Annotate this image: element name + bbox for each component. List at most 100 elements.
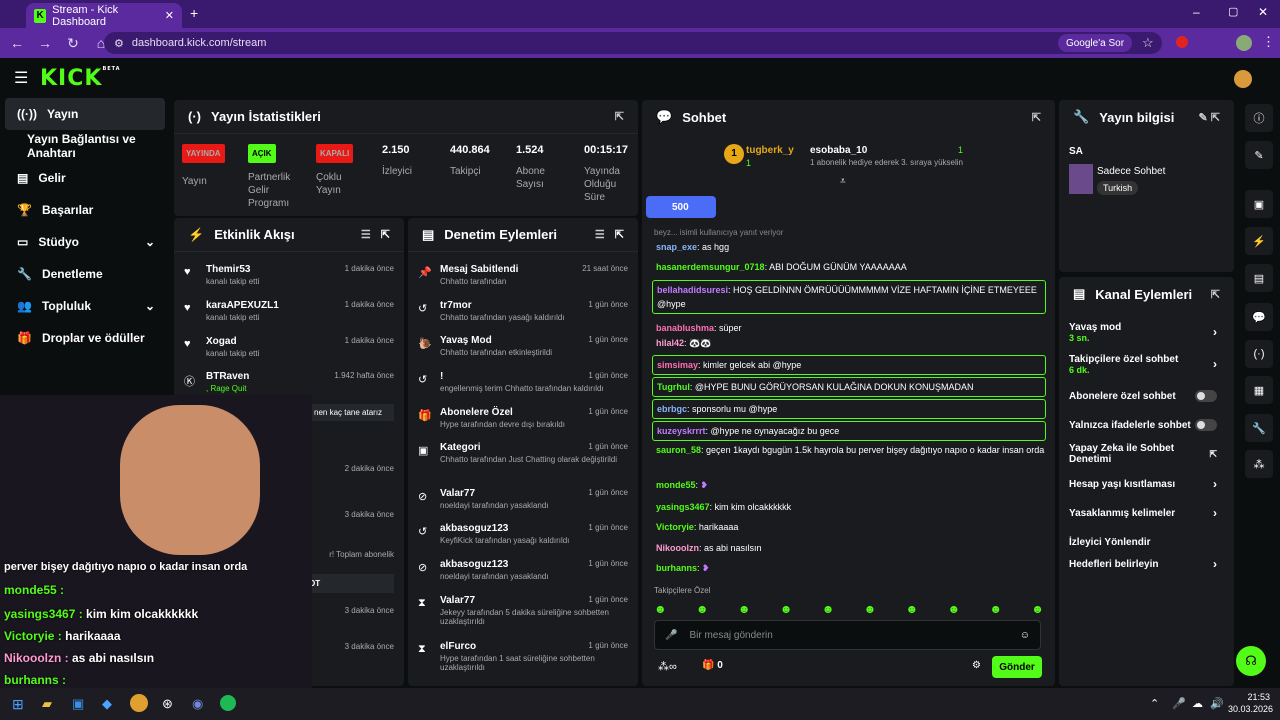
windows-start-icon[interactable]: ⊞ xyxy=(12,696,24,713)
emote-icon[interactable]: ☻ xyxy=(1031,602,1044,616)
edit-icon[interactable]: ✎ ⇱ xyxy=(1199,111,1221,124)
gifter-1[interactable]: tugberk_y xyxy=(746,145,794,156)
forward-icon[interactable]: → xyxy=(36,35,54,51)
capture-icon[interactable]: ▣ xyxy=(1245,190,1273,218)
chat-username[interactable]: banablushma xyxy=(656,323,714,333)
bookmark-star-icon[interactable]: ☆ xyxy=(1142,35,1154,51)
microphone-icon[interactable]: 🎤 xyxy=(1172,697,1186,710)
send-button[interactable]: Gönder xyxy=(992,656,1042,678)
expand-icon[interactable]: ⇱ xyxy=(381,228,390,241)
users-icon[interactable]: ⁂ xyxy=(1245,450,1273,478)
discord-icon[interactable]: ◉ xyxy=(192,696,203,712)
extension-icon[interactable] xyxy=(1176,36,1188,48)
channel-action[interactable]: Hedefleri belirleyin › xyxy=(1059,549,1229,579)
info-icon[interactable]: ⓘ xyxy=(1245,104,1273,132)
help-headset-icon[interactable]: ☊ xyxy=(1236,646,1266,676)
sidebar-item-stream-key[interactable]: Yayın Bağlantısı ve Anahtarı xyxy=(5,130,175,162)
expand-icon[interactable]: ⇱ xyxy=(1211,288,1220,301)
profile-avatar[interactable] xyxy=(1236,35,1252,51)
filter-icon[interactable]: ☰ xyxy=(595,228,605,241)
chat-input[interactable]: 🎤 Bir mesaj gönderin ☺ xyxy=(654,620,1041,650)
channel-action[interactable]: Yavaş mod 3 sn. › xyxy=(1059,317,1229,347)
emote-icon[interactable]: ☻ xyxy=(947,602,960,616)
chat-username[interactable]: Nikooolzn xyxy=(656,543,699,553)
sidebar-item-gelir[interactable]: ▤ Gelir xyxy=(5,162,165,194)
file-explorer-icon[interactable]: ▰ xyxy=(42,696,52,712)
chat-username[interactable]: Tugrhul xyxy=(657,382,690,392)
sidebar-item-basarilar[interactable]: 🏆 Başarılar xyxy=(5,194,165,226)
google-ask-button[interactable]: Google'a Sor xyxy=(1058,34,1132,52)
channel-action[interactable]: Abonelere özel sohbet xyxy=(1059,381,1229,411)
mic-icon[interactable]: 🎤 xyxy=(665,630,677,641)
filter-icon[interactable]: ☰ xyxy=(361,228,371,241)
kick-logo[interactable]: KICKBETA xyxy=(40,66,121,91)
close-window-icon[interactable]: ✕ xyxy=(1258,5,1268,19)
chat-username[interactable]: sauron_58 xyxy=(656,445,701,455)
site-info-icon[interactable]: ⚙ xyxy=(114,37,124,50)
network-icon[interactable]: ☁ xyxy=(1192,697,1203,710)
sidebar-item-yayin[interactable]: ((·)) Yayın xyxy=(5,98,165,130)
chat-username[interactable]: bellahadidsuresi xyxy=(657,285,728,295)
chat-username[interactable]: snap_exe xyxy=(656,242,697,252)
minimize-icon[interactable]: – xyxy=(1193,5,1200,19)
chat-username[interactable]: ebrbgc xyxy=(657,404,687,414)
gear-icon[interactable]: ⚙ xyxy=(972,660,981,671)
sidebar-item-topluluk[interactable]: 👥 Topluluk ⌄ xyxy=(5,290,165,322)
vscode-icon[interactable]: ◆ xyxy=(102,696,112,712)
maximize-icon[interactable]: ▢ xyxy=(1228,5,1238,18)
sidebar-item-denetleme[interactable]: 🔧 Denetleme xyxy=(5,258,165,290)
collapse-icon[interactable]: ⩡ xyxy=(840,176,846,187)
chat-username[interactable]: kuzeyskrrrt xyxy=(657,426,706,436)
expand-icon[interactable]: ⇱ xyxy=(1032,111,1041,124)
edit-icon[interactable]: ✎ xyxy=(1245,141,1273,169)
steam-icon[interactable]: ⊛ xyxy=(162,696,173,712)
volume-icon[interactable]: 🔊 xyxy=(1210,697,1224,710)
channel-action[interactable]: Yapay Zeka ile Sohbet Denetimi ⇱ xyxy=(1059,439,1229,469)
chrome-icon[interactable] xyxy=(130,694,148,712)
kicks-leaderboard[interactable]: 500 xyxy=(646,196,716,218)
emote-icon[interactable]: ☻ xyxy=(864,602,877,616)
emote-icon[interactable]: ☻ xyxy=(906,602,919,616)
browser-tab[interactable]: K Stream - Kick Dashboard ✕ xyxy=(26,3,182,28)
settings-group-icon[interactable]: ⁂∞ xyxy=(658,660,677,673)
expand-icon[interactable]: ⇱ xyxy=(615,110,624,123)
channel-action[interactable]: Yasaklanmış kelimeler › xyxy=(1059,498,1229,528)
emote-icon[interactable]: ☻ xyxy=(822,602,835,616)
sidebar-item-droplar[interactable]: 🎁 Droplar ve ödüller xyxy=(5,322,165,354)
back-icon[interactable]: ← xyxy=(8,35,26,51)
chat-username[interactable]: monde55 xyxy=(656,480,696,490)
chat-username[interactable]: hilal42 xyxy=(656,338,684,348)
toggle-switch[interactable] xyxy=(1195,390,1217,402)
channel-action[interactable]: Takipçilere özel sohbet 6 dk. › xyxy=(1059,349,1229,379)
emote-icon[interactable]: ☻ xyxy=(738,602,751,616)
emote-icon[interactable]: ☻ xyxy=(989,602,1002,616)
emote-icon[interactable]: ☻ xyxy=(696,602,709,616)
emoji-icon[interactable]: ☺ xyxy=(1020,630,1030,641)
chat-username[interactable]: Victoryie xyxy=(656,522,694,532)
tray-arrow-icon[interactable]: ⌃ xyxy=(1150,697,1159,710)
outlook-icon[interactable]: ▣ xyxy=(72,696,84,712)
new-tab-icon[interactable]: + xyxy=(190,5,198,21)
user-avatar[interactable] xyxy=(1234,70,1252,88)
panel-icon[interactable]: ▦ xyxy=(1245,376,1273,404)
chat-username[interactable]: hasanerdemsungur_0718 xyxy=(656,262,765,272)
broadcast-icon[interactable]: (·) xyxy=(1245,340,1273,368)
channel-action[interactable]: Hesap yaşı kısıtlaması › xyxy=(1059,469,1229,499)
toggle-switch[interactable] xyxy=(1195,419,1217,431)
hamburger-menu-icon[interactable]: ☰ xyxy=(14,68,28,88)
emote-icon[interactable]: ☻ xyxy=(780,602,793,616)
chat-username[interactable]: burhanns xyxy=(656,563,697,573)
url-field[interactable]: ⚙ dashboard.kick.com/stream xyxy=(104,32,1162,54)
close-tab-icon[interactable]: ✕ xyxy=(165,9,174,22)
sidebar-item-studyo[interactable]: ▭ Stüdyo ⌄ xyxy=(5,226,165,258)
wrench-icon[interactable]: 🔧 xyxy=(1245,414,1273,442)
chat-username[interactable]: yasings3467 xyxy=(656,502,710,512)
gifter-2[interactable]: esobaba_10 xyxy=(810,145,867,156)
expand-icon[interactable]: ⇱ xyxy=(615,228,624,241)
lightning-icon[interactable]: ⚡ xyxy=(1245,227,1273,255)
channel-action[interactable]: Yalnızca ifadelerle sohbet xyxy=(1059,410,1229,440)
emote-icon[interactable]: ☻ xyxy=(654,602,667,616)
chat-bubble-icon[interactable]: 💬 xyxy=(1245,303,1273,331)
browser-menu-icon[interactable]: ⋮ xyxy=(1262,34,1275,50)
spotify-icon[interactable] xyxy=(220,695,236,711)
